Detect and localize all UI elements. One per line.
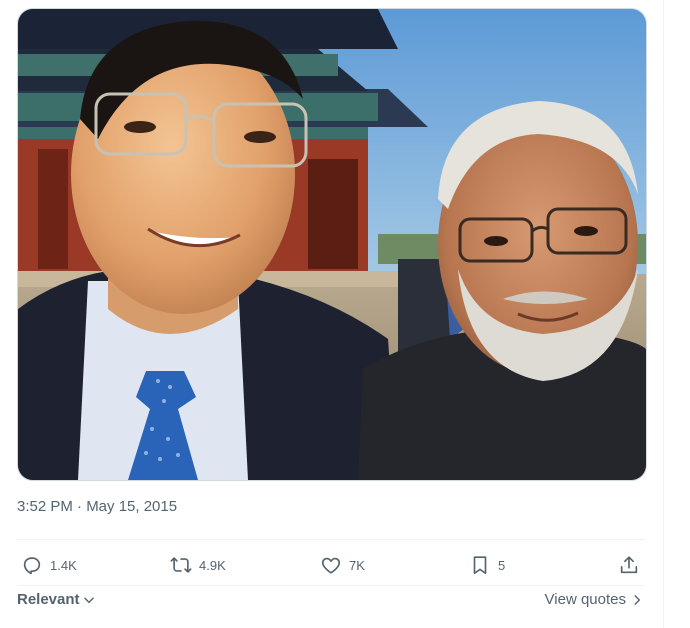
share-button[interactable] [617,552,641,578]
repost-icon [169,553,193,577]
tweet-detail: 3:52 PM · May 15, 2015 1.4K 4.9K 7K 5 Re… [0,0,690,628]
bookmark-button[interactable]: 5 [468,552,505,578]
heart-icon [319,553,343,577]
reply-icon [20,553,44,577]
repost-button[interactable]: 4.9K [169,552,226,578]
like-button[interactable]: 7K [319,552,365,578]
reply-count: 1.4K [50,557,77,573]
tweet-timestamp[interactable]: 3:52 PM · May 15, 2015 [17,498,177,515]
view-quotes-link[interactable]: View quotes [545,591,644,608]
selfie-image [18,9,646,480]
replies-sort-dropdown[interactable]: Relevant [17,591,96,608]
share-icon [617,553,641,577]
repost-count: 4.9K [199,557,226,573]
chevron-right-icon [630,593,644,607]
like-count: 7K [349,557,365,573]
divider [17,539,645,540]
chevron-down-icon [82,593,96,607]
reply-button[interactable]: 1.4K [20,552,77,578]
column-border [663,0,664,628]
bookmark-count: 5 [498,557,506,573]
view-quotes-label: View quotes [544,591,626,608]
bookmark-icon [468,553,492,577]
replies-sort-label: Relevant [17,591,80,608]
tweet-photo[interactable] [17,8,647,481]
divider [17,585,645,586]
